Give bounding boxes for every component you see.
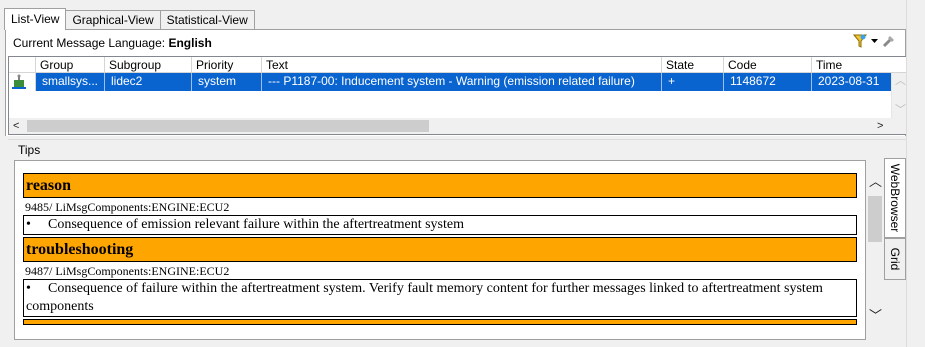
column-header-time[interactable]: Time [812, 57, 907, 73]
view-tabs: List-View Graphical-View Statistical-Vie… [4, 8, 255, 30]
cell-state[interactable]: + [662, 73, 724, 91]
cell-code[interactable]: 1148672 [724, 73, 812, 91]
reason-text: Consequence of emission relevant failure… [48, 217, 464, 232]
scroll-up-icon[interactable]: ︿ [895, 75, 906, 87]
cell-group[interactable]: smallsys... [36, 73, 105, 91]
horizontal-scroll-thumb[interactable] [27, 120, 429, 132]
section-description-reason: • Consequence of emission relevant failur… [23, 215, 857, 235]
section-description-troubleshooting: • Consequence of failure within the after… [23, 279, 857, 317]
scroll-down-icon[interactable]: ﹀ [895, 104, 906, 116]
message-language-row: Current Message Language: English [13, 36, 212, 50]
table-vertical-scrollbar[interactable]: ︿ ﹀ [891, 73, 907, 118]
tips-vertical-scrollbar[interactable]: ︿ ﹀ [866, 170, 884, 332]
scroll-right-icon[interactable]: > [877, 120, 883, 132]
tab-graphical-view[interactable]: Graphical-View [65, 10, 161, 30]
scroll-down-icon[interactable]: ﹀ [869, 309, 882, 322]
tab-list-view[interactable]: List-View [4, 8, 67, 30]
filter-icon[interactable] [852, 33, 868, 52]
language-value: English [168, 36, 212, 50]
bullet: • [26, 281, 31, 296]
table-header: Group Subgroup Priority Text State Code … [9, 57, 907, 73]
tab-grid-label: Grid [888, 247, 902, 271]
column-header-code[interactable]: Code [724, 57, 812, 73]
column-header-priority[interactable]: Priority [192, 57, 262, 73]
section-path-troubleshooting: 9487/ LiMsgComponents:ENGINE:ECU2 [25, 264, 230, 278]
section-path-reason: 9485/ LiMsgComponents:ENGINE:ECU2 [25, 200, 230, 214]
section-heading-next [23, 319, 857, 325]
column-header-text[interactable]: Text [262, 57, 662, 73]
section-heading-reason: reason [23, 173, 857, 198]
tips-browser-panel: reason 9485/ LiMsgComponents:ENGINE:ECU2… [14, 160, 866, 340]
bullet: • [26, 217, 31, 232]
section-heading-troubleshooting: troubleshooting [23, 237, 857, 262]
column-header-state[interactable]: State [662, 57, 724, 73]
table-row[interactable]: smallsys... lidec2 system --- P1187-00: … [9, 73, 892, 91]
tab-webbrowser-label: WebBrowser [888, 163, 902, 233]
message-table: Group Subgroup Priority Text State Code … [8, 56, 908, 135]
scroll-up-icon[interactable]: ︿ [869, 175, 882, 188]
language-toolbar [852, 34, 897, 50]
scroll-left-icon[interactable]: < [13, 120, 19, 132]
cell-text[interactable]: --- P1187-00: Inducement system - Warnin… [262, 73, 662, 91]
language-label: Current Message Language: [13, 36, 166, 50]
cell-subgroup[interactable]: lidec2 [105, 73, 192, 91]
tab-webbrowser[interactable]: WebBrowser [884, 158, 906, 238]
tab-statistical-view[interactable]: Statistical-View [159, 10, 255, 30]
column-header-subgroup[interactable]: Subgroup [105, 57, 192, 73]
troubleshooting-text: Consequence of failure within the aftert… [26, 281, 823, 314]
tab-grid[interactable]: Grid [884, 238, 906, 280]
cell-priority[interactable]: system [192, 73, 262, 91]
cell-time[interactable]: 2023-08-31 [812, 73, 892, 91]
wrench-icon[interactable] [881, 33, 897, 52]
message-type-icon [10, 74, 28, 91]
tips-separator [8, 139, 909, 140]
chevron-down-icon[interactable] [870, 33, 879, 52]
column-header-marker[interactable] [9, 57, 36, 73]
tips-scroll-thumb[interactable] [868, 196, 882, 242]
column-header-group[interactable]: Group [36, 57, 105, 73]
tips-content: reason 9485/ LiMsgComponents:ENGINE:ECU2… [23, 173, 857, 326]
right-edge-panel [906, 0, 925, 347]
row-type-cell[interactable] [9, 73, 36, 91]
table-horizontal-scrollbar[interactable]: < > [9, 118, 907, 134]
tips-label: Tips [18, 143, 41, 157]
